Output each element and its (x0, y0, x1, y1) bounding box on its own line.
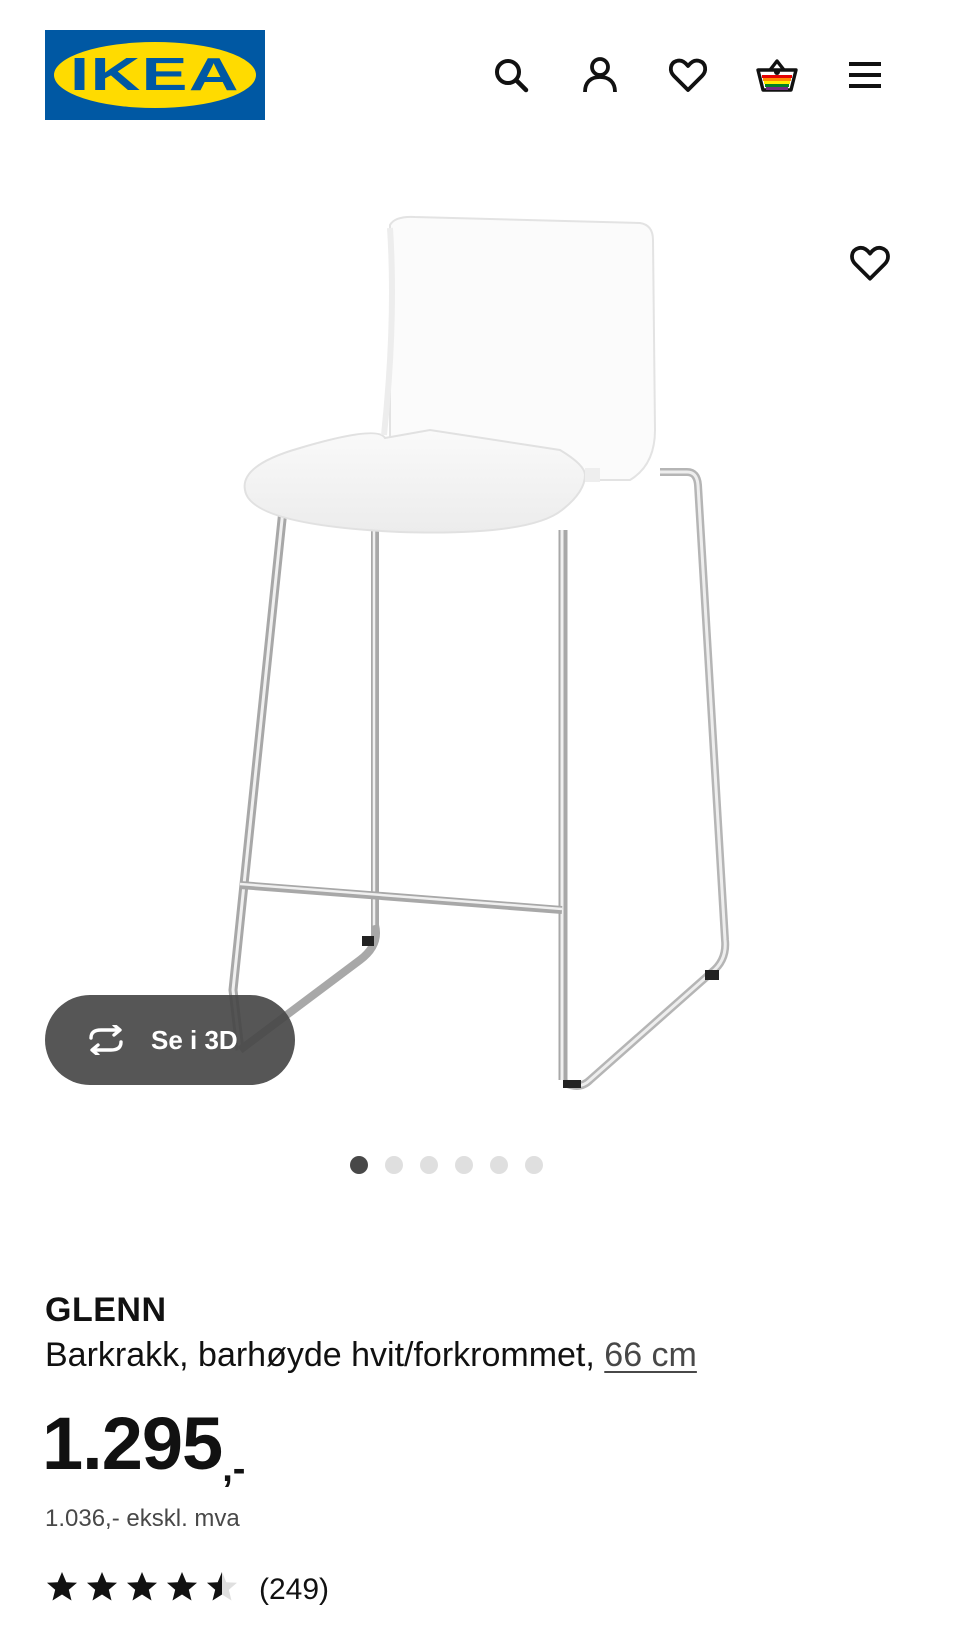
search-icon[interactable] (486, 50, 536, 100)
star-full-icon (45, 1570, 79, 1609)
ikea-logo-graphic: IKEA (45, 30, 265, 120)
gallery-dot[interactable] (524, 1156, 543, 1174)
ikea-logo[interactable]: IKEA (45, 30, 265, 120)
star-full-icon (85, 1570, 119, 1609)
product-gallery[interactable]: Se i 3D (0, 140, 960, 1150)
rating-stars (45, 1570, 239, 1609)
view-in-3d-button[interactable]: Se i 3D (45, 995, 295, 1085)
product-price: 1.295 ,- (42, 1400, 245, 1488)
star-full-icon (125, 1570, 159, 1609)
favourites-icon[interactable] (663, 50, 713, 100)
add-to-favourites-icon[interactable] (842, 235, 898, 291)
menu-icon[interactable] (840, 50, 890, 100)
site-header: IKEA (0, 0, 960, 140)
rotate-3d-icon (89, 1025, 123, 1055)
product-image[interactable] (200, 180, 780, 1120)
bar-stool-image (228, 215, 730, 1090)
product-rating[interactable]: (249) (45, 1570, 329, 1609)
review-count: (249) (259, 1572, 330, 1606)
view-in-3d-label: Se i 3D (151, 1024, 238, 1055)
star-full-icon (165, 1570, 199, 1609)
price-excl-vat: 1.036,- ekskl. mva (45, 1505, 240, 1532)
gallery-dot[interactable] (489, 1156, 508, 1174)
product-description-line: Barkrakk, barhøyde hvit/forkrommet, 66 c… (45, 1330, 925, 1380)
price-suffix: ,- (222, 1448, 246, 1490)
product-description: Barkrakk, barhøyde hvit/forkrommet, (45, 1336, 595, 1374)
account-icon[interactable] (575, 50, 625, 100)
shopping-cart-icon[interactable] (752, 50, 802, 100)
star-half-icon (205, 1570, 239, 1609)
product-info: GLENN Barkrakk, barhøyde hvit/forkrommet… (45, 1290, 925, 1380)
gallery-dot[interactable] (454, 1156, 473, 1174)
gallery-dot[interactable] (419, 1156, 438, 1174)
gallery-dot[interactable] (384, 1156, 403, 1174)
price-value: 1.295 (42, 1402, 223, 1485)
gallery-dot[interactable] (349, 1156, 368, 1174)
product-name: GLENN (45, 1291, 167, 1329)
gallery-pagination (0, 1145, 926, 1185)
logo-text: IKEA (70, 48, 240, 100)
size-link[interactable]: 66 cm (604, 1336, 697, 1374)
